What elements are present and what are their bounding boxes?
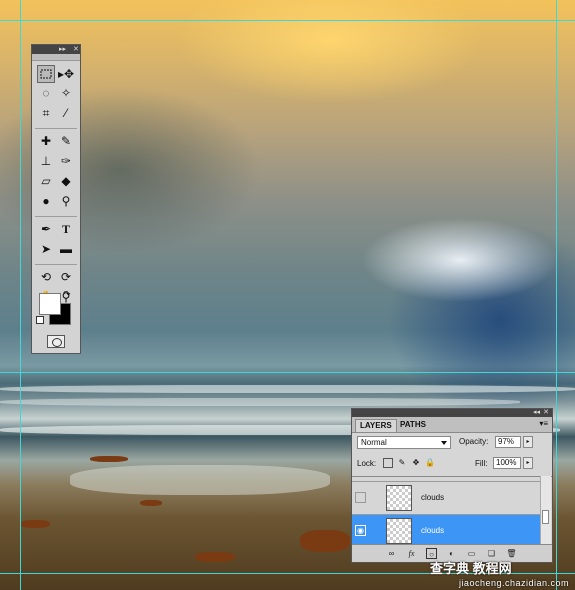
crop-icon[interactable]: ⌗ bbox=[37, 104, 55, 122]
tab-paths[interactable]: PATHS bbox=[396, 419, 430, 431]
tool-row: ⟲ ⟳ bbox=[32, 268, 80, 288]
lasso-icon[interactable]: ◌ bbox=[37, 84, 55, 102]
layer-thumbnail bbox=[386, 485, 412, 511]
collapse-arrows-icon[interactable]: ◂◂ bbox=[533, 409, 540, 417]
collapse-arrows-icon[interactable]: ▸▸ bbox=[59, 45, 66, 54]
path-selection-icon[interactable]: ➤ bbox=[37, 240, 55, 258]
wet-sand bbox=[70, 465, 330, 495]
chevron-down-icon bbox=[441, 441, 447, 445]
seaweed bbox=[140, 500, 162, 506]
tool-row: ▸✥ bbox=[32, 64, 80, 84]
panel-menu-icon[interactable]: ▾≡ bbox=[539, 419, 548, 428]
lock-row: Lock: ✎ ✥ 🔒 Fill: 100% ▸ bbox=[357, 457, 547, 471]
visibility-toggle[interactable] bbox=[355, 492, 366, 503]
brush-icon[interactable]: ✎ bbox=[57, 132, 75, 150]
eraser-icon[interactable]: ▱ bbox=[37, 172, 55, 190]
blend-row: Normal Opacity: 97% ▸ bbox=[357, 436, 547, 450]
rectangular-marquee-icon[interactable] bbox=[37, 65, 55, 83]
guide-line[interactable] bbox=[0, 20, 575, 21]
type-icon[interactable]: T bbox=[57, 220, 75, 238]
tool-row: ⌗ ⁄ bbox=[32, 104, 80, 124]
3d-rotate-icon[interactable]: ⟲ bbox=[37, 268, 55, 286]
paint-bucket-icon[interactable]: ◆ bbox=[57, 172, 75, 190]
opacity-input[interactable]: 97% bbox=[495, 436, 521, 448]
guide-line[interactable] bbox=[0, 372, 575, 373]
default-colors-icon[interactable] bbox=[36, 316, 44, 324]
eyedropper-icon[interactable]: ⁄ bbox=[57, 104, 75, 122]
tool-row: ● ⚲ bbox=[32, 192, 80, 212]
panel-grip[interactable] bbox=[32, 54, 80, 61]
fill-slider-arrow-icon[interactable]: ▸ bbox=[523, 457, 533, 469]
guide-line[interactable] bbox=[556, 0, 557, 590]
tools-panel-header[interactable]: ▸▸ ✕ bbox=[32, 45, 80, 54]
layer-thumbnail bbox=[386, 518, 412, 544]
3d-orbit-icon[interactable]: ⟳ bbox=[57, 268, 75, 286]
layers-scrollbar[interactable] bbox=[540, 476, 551, 546]
lock-all-icon[interactable]: 🔒 bbox=[425, 458, 435, 468]
tool-row: ➤ ▬ bbox=[32, 240, 80, 260]
link-icon[interactable]: ∞ bbox=[386, 548, 397, 559]
layer-name[interactable]: clouds bbox=[421, 493, 444, 502]
quick-mask-icon[interactable] bbox=[47, 335, 65, 348]
divider bbox=[35, 260, 77, 265]
close-icon[interactable]: ✕ bbox=[73, 45, 79, 54]
rectangle-shape-icon[interactable]: ▬ bbox=[57, 240, 75, 258]
pen-icon[interactable]: ✒ bbox=[37, 220, 55, 238]
lock-label: Lock: bbox=[357, 459, 377, 468]
layers-panel: ◂◂ ✕ LAYERS PATHS ▾≡ Normal Opacity: 97%… bbox=[351, 408, 553, 563]
guide-line[interactable] bbox=[20, 0, 21, 590]
seaweed bbox=[300, 530, 350, 552]
lock-transparency-icon[interactable] bbox=[383, 458, 393, 468]
tab-bar: LAYERS PATHS ▾≡ bbox=[352, 417, 552, 433]
healing-brush-icon[interactable]: ✚ bbox=[37, 132, 55, 150]
wave-foam bbox=[0, 398, 520, 406]
scrollbar-thumb[interactable] bbox=[542, 510, 549, 524]
tool-row: ◌ ✧ bbox=[32, 84, 80, 104]
layers-list: clouds ◉ clouds bbox=[352, 476, 552, 547]
tool-row: ✒ T bbox=[32, 220, 80, 240]
swap-colors-icon[interactable]: ↷ bbox=[63, 289, 71, 300]
opacity-slider-arrow-icon[interactable]: ▸ bbox=[523, 436, 533, 448]
history-brush-icon[interactable]: ✑ bbox=[57, 152, 75, 170]
fill-input[interactable]: 100% bbox=[493, 457, 521, 469]
eye-icon[interactable]: ◉ bbox=[355, 525, 366, 536]
blur-icon[interactable]: ● bbox=[37, 192, 55, 210]
dodge-icon[interactable]: ⚲ bbox=[57, 192, 75, 210]
layer-row-selected[interactable]: ◉ clouds bbox=[352, 515, 540, 547]
lock-pixels-icon[interactable]: ✎ bbox=[397, 458, 407, 468]
seaweed bbox=[20, 520, 50, 528]
wave-foam bbox=[0, 385, 575, 393]
fill-label: Fill: bbox=[475, 459, 488, 468]
blend-mode-value: Normal bbox=[361, 438, 387, 447]
tools-panel: ▸▸ ✕ ▸✥ ◌ ✧ ⌗ ⁄ ✚ ✎ ⊥ ✑ ▱ ◆ ● ⚲ ✒ T ➤ ▬ bbox=[31, 44, 81, 354]
tab-layers[interactable]: LAYERS bbox=[355, 419, 397, 432]
seaweed bbox=[195, 552, 235, 562]
close-icon[interactable]: ✕ bbox=[543, 409, 549, 417]
magic-wand-icon[interactable]: ✧ bbox=[57, 84, 75, 102]
fx-icon[interactable]: fx bbox=[406, 548, 417, 559]
layer-name[interactable]: clouds bbox=[421, 526, 444, 535]
tool-row: ▱ ◆ bbox=[32, 172, 80, 192]
lock-position-icon[interactable]: ✥ bbox=[411, 458, 421, 468]
tool-row: ⊥ ✑ bbox=[32, 152, 80, 172]
clone-stamp-icon[interactable]: ⊥ bbox=[37, 152, 55, 170]
foreground-color-swatch[interactable] bbox=[39, 293, 61, 315]
blend-mode-select[interactable]: Normal bbox=[357, 436, 451, 449]
layer-row[interactable]: clouds bbox=[352, 482, 540, 515]
divider bbox=[35, 124, 77, 129]
watermark-url: jiaocheng.chazidian.com bbox=[458, 578, 569, 588]
seaweed bbox=[90, 456, 128, 462]
divider bbox=[35, 212, 77, 217]
watermark-site: 查字典 教程网 bbox=[430, 561, 512, 576]
opacity-label: Opacity: bbox=[459, 437, 489, 446]
layers-panel-header[interactable]: ◂◂ ✕ bbox=[352, 409, 552, 417]
tool-row: ✚ ✎ bbox=[32, 132, 80, 152]
move-icon[interactable]: ▸✥ bbox=[57, 65, 75, 83]
